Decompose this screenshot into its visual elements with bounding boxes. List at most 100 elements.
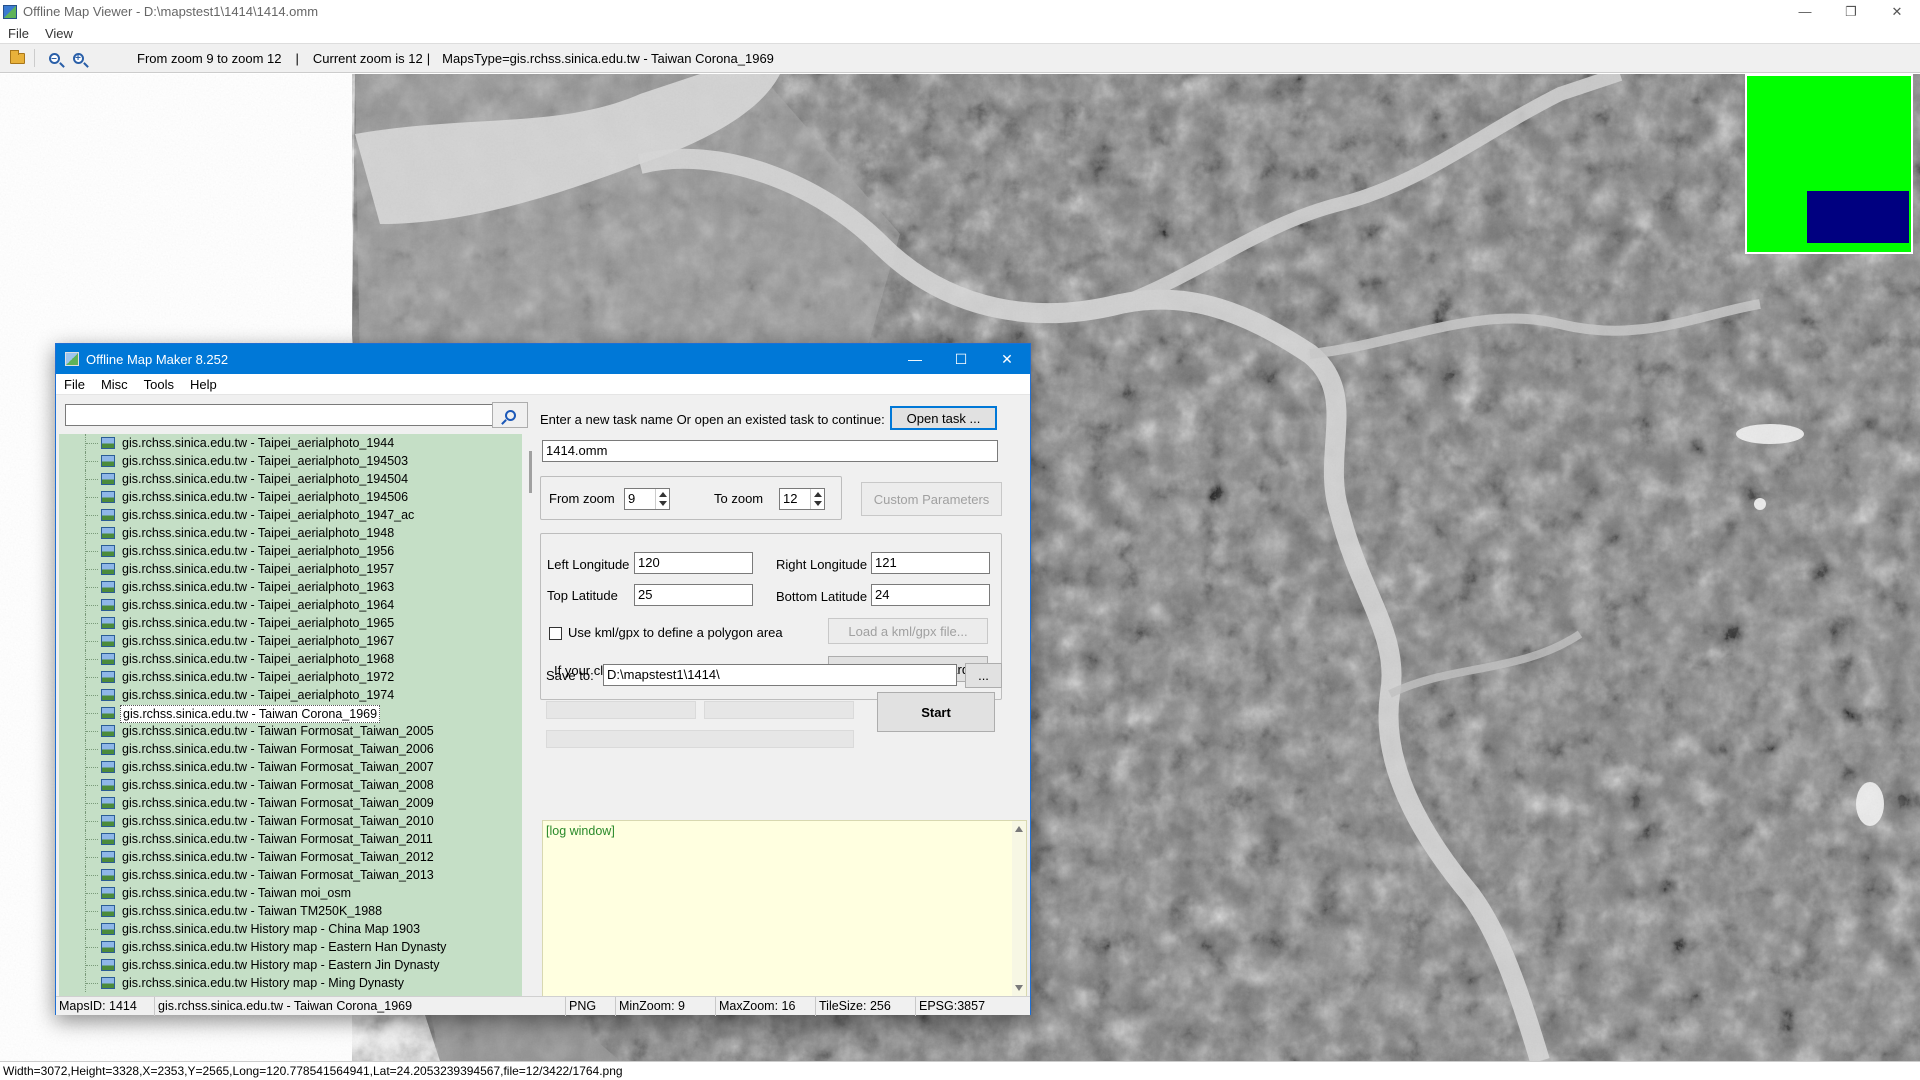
restore-icon[interactable]: ❐	[1828, 0, 1874, 23]
dialog-app-icon	[65, 352, 79, 366]
tree-item-label: gis.rchss.sinica.edu.tw - Taiwan Formosa…	[122, 760, 434, 774]
tree-item-label: gis.rchss.sinica.edu.tw - Taipei_aerialp…	[122, 688, 395, 702]
log-window[interactable]: [log window]	[542, 820, 1027, 997]
top-latitude-field[interactable]: 25	[634, 584, 753, 606]
dialog-maximize-icon[interactable]: ☐	[938, 344, 984, 374]
map-layer-icon	[101, 833, 115, 845]
tree-item-label: gis.rchss.sinica.edu.tw - Taiwan Formosa…	[122, 850, 434, 864]
bottom-latitude-field[interactable]: 24	[871, 584, 990, 606]
status-min-zoom: MinZoom: 9	[616, 997, 716, 1016]
tree-item[interactable]: gis.rchss.sinica.edu.tw History map - Mi…	[59, 974, 519, 992]
tree-item[interactable]: gis.rchss.sinica.edu.tw - Taipei_aerialp…	[59, 452, 519, 470]
search-button[interactable]	[492, 402, 528, 428]
tree-item[interactable]: gis.rchss.sinica.edu.tw - Taipei_aerialp…	[59, 668, 519, 686]
dialog-minimize-icon[interactable]: —	[892, 344, 938, 374]
tree-item[interactable]: gis.rchss.sinica.edu.tw - Taipei_aerialp…	[59, 524, 519, 542]
tree-item[interactable]: gis.rchss.sinica.edu.tw - Taiwan Formosa…	[59, 758, 519, 776]
dialog-menu-misc[interactable]: Misc	[93, 377, 136, 392]
tree-item[interactable]: gis.rchss.sinica.edu.tw - Taiwan moi_osm	[59, 884, 519, 902]
search-input[interactable]	[65, 404, 497, 426]
browse-button[interactable]: ...	[965, 663, 1002, 688]
map-layer-icon	[101, 815, 115, 827]
tree-item[interactable]: gis.rchss.sinica.edu.tw - Taipei_aerialp…	[59, 470, 519, 488]
tree-item[interactable]: gis.rchss.sinica.edu.tw - Taipei_aerialp…	[59, 596, 519, 614]
to-zoom-stepper[interactable]: 12	[779, 488, 825, 510]
dialog-menu-file[interactable]: File	[56, 377, 93, 392]
tree-item[interactable]: gis.rchss.sinica.edu.tw - Taipei_aerialp…	[59, 542, 519, 560]
right-longitude-field[interactable]: 121	[871, 552, 990, 574]
spin-up-icon[interactable]	[659, 492, 667, 497]
task-name-field[interactable]: 1414.omm	[542, 440, 998, 462]
map-layer-icon	[101, 779, 115, 791]
tree-item[interactable]: gis.rchss.sinica.edu.tw - Taiwan Formosa…	[59, 812, 519, 830]
tree-connector	[86, 695, 98, 696]
tree-item-label: gis.rchss.sinica.edu.tw - Taipei_aerialp…	[122, 670, 395, 684]
viewer-title: Offline Map Viewer - D:\mapstest1\1414\1…	[23, 4, 319, 19]
map-layer-icon	[101, 581, 115, 593]
tree-item[interactable]: gis.rchss.sinica.edu.tw - Taipei_aerialp…	[59, 560, 519, 578]
dialog-close-icon[interactable]: ✕	[984, 344, 1030, 374]
menu-file[interactable]: File	[0, 26, 37, 41]
tree-item[interactable]: gis.rchss.sinica.edu.tw - Taipei_aerialp…	[59, 434, 519, 452]
custom-parameters-button[interactable]: Custom Parameters	[861, 482, 1002, 516]
tree-item[interactable]: gis.rchss.sinica.edu.tw - Taipei_aerialp…	[59, 578, 519, 596]
tree-connector	[86, 875, 98, 876]
zoom-in-button[interactable]: +	[67, 47, 89, 69]
tree-item-label: gis.rchss.sinica.edu.tw - Taiwan Formosa…	[122, 778, 434, 792]
tree-item[interactable]: gis.rchss.sinica.edu.tw - Taipei_aerialp…	[59, 686, 519, 704]
tree-item-label: gis.rchss.sinica.edu.tw - Taipei_aerialp…	[122, 544, 395, 558]
tree-item[interactable]: gis.rchss.sinica.edu.tw - Taipei_aerialp…	[59, 650, 519, 668]
map-layer-icon	[101, 563, 115, 575]
close-icon[interactable]: ✕	[1874, 0, 1920, 23]
tree-item[interactable]: gis.rchss.sinica.edu.tw History map - Ea…	[59, 956, 519, 974]
tree-item-label: gis.rchss.sinica.edu.tw - Taipei_aerialp…	[122, 526, 395, 540]
tree-item[interactable]: gis.rchss.sinica.edu.tw - Taipei_aerialp…	[59, 506, 519, 524]
start-button[interactable]: Start	[877, 692, 995, 732]
tree-item[interactable]: gis.rchss.sinica.edu.tw - Taiwan Formosa…	[59, 866, 519, 884]
load-kml-button[interactable]: Load a kml/gpx file...	[828, 618, 988, 644]
log-scrollbar[interactable]	[1012, 821, 1026, 996]
app-icon	[3, 4, 17, 19]
tree-item[interactable]: gis.rchss.sinica.edu.tw - Taiwan Formosa…	[59, 830, 519, 848]
tree-item[interactable]: gis.rchss.sinica.edu.tw - Taipei_aerialp…	[59, 632, 519, 650]
dialog-menu-tools[interactable]: Tools	[136, 377, 182, 392]
minimize-icon[interactable]: —	[1782, 0, 1828, 23]
tree-item[interactable]: gis.rchss.sinica.edu.tw - Taiwan Formosa…	[59, 740, 519, 758]
status-tile-size: TileSize: 256	[816, 997, 916, 1016]
current-zoom-text: Current zoom is 12	[312, 50, 423, 66]
tree-item[interactable]: gis.rchss.sinica.edu.tw - Taiwan Formosa…	[59, 794, 519, 812]
zoom-out-button[interactable]: –	[43, 47, 65, 69]
minimap[interactable]	[1745, 74, 1913, 254]
tree-item[interactable]: gis.rchss.sinica.edu.tw - Taiwan Formosa…	[59, 722, 519, 740]
save-to-field[interactable]: D:\mapstest1\1414\	[603, 664, 957, 686]
tree-item[interactable]: gis.rchss.sinica.edu.tw - Taiwan Formosa…	[59, 848, 519, 866]
maps-tree[interactable]: gis.rchss.sinica.edu.tw - Taipei_aerialp…	[59, 434, 522, 997]
tree-item[interactable]: gis.rchss.sinica.edu.tw History map - Ch…	[59, 920, 519, 938]
menu-view[interactable]: View	[37, 26, 81, 41]
tree-connector	[86, 731, 98, 732]
spin-up-icon[interactable]	[814, 492, 822, 497]
tree-connector	[86, 605, 98, 606]
tree-item[interactable]: gis.rchss.sinica.edu.tw - Taiwan TM250K_…	[59, 902, 519, 920]
open-folder-button[interactable]	[6, 47, 28, 69]
kml-polygon-checkbox[interactable]	[549, 627, 562, 640]
tree-item[interactable]: gis.rchss.sinica.edu.tw - Taiwan Formosa…	[59, 776, 519, 794]
tree-connector	[86, 803, 98, 804]
tree-item[interactable]: gis.rchss.sinica.edu.tw - Taipei_aerialp…	[59, 614, 519, 632]
open-task-button[interactable]: Open task ...	[890, 406, 997, 430]
map-layer-icon	[101, 923, 115, 935]
tree-item[interactable]: gis.rchss.sinica.edu.tw - Taipei_aerialp…	[59, 488, 519, 506]
minimap-viewport[interactable]	[1807, 191, 1909, 243]
tree-connector	[86, 821, 98, 822]
scroll-down-icon[interactable]	[1015, 985, 1023, 991]
tree-item[interactable]: gis.rchss.sinica.edu.tw History map - Ea…	[59, 938, 519, 956]
dialog-menu-help[interactable]: Help	[182, 377, 225, 392]
spin-down-icon[interactable]	[659, 501, 667, 506]
scroll-up-icon[interactable]	[1015, 826, 1023, 832]
left-longitude-field[interactable]: 120	[634, 552, 753, 574]
from-zoom-stepper[interactable]: 9	[624, 488, 670, 510]
spin-down-icon[interactable]	[814, 501, 822, 506]
tree-item[interactable]: gis.rchss.sinica.edu.tw - Taiwan Corona_…	[59, 704, 519, 723]
map-layer-icon	[101, 473, 115, 485]
viewer-statusbar: Width=3072,Height=3328,X=2353,Y=2565,Lon…	[0, 1061, 1920, 1080]
